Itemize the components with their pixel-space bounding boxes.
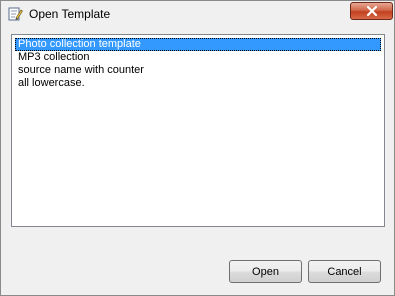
- list-item[interactable]: Photo collection template: [15, 38, 381, 51]
- open-button[interactable]: Open: [229, 260, 302, 283]
- list-item[interactable]: all lowercase.: [15, 77, 381, 90]
- template-list[interactable]: Photo collection template MP3 collection…: [11, 34, 385, 227]
- list-item[interactable]: source name with counter: [15, 64, 381, 77]
- window-title: Open Template: [29, 7, 111, 21]
- close-icon: [366, 6, 378, 16]
- cancel-button[interactable]: Cancel: [308, 260, 381, 283]
- pencil-document-icon: [7, 6, 23, 22]
- open-template-dialog: Open Template Photo collection template …: [0, 0, 395, 296]
- close-button[interactable]: [350, 2, 393, 20]
- title-bar[interactable]: Open Template: [1, 1, 394, 27]
- list-item[interactable]: MP3 collection: [15, 51, 381, 64]
